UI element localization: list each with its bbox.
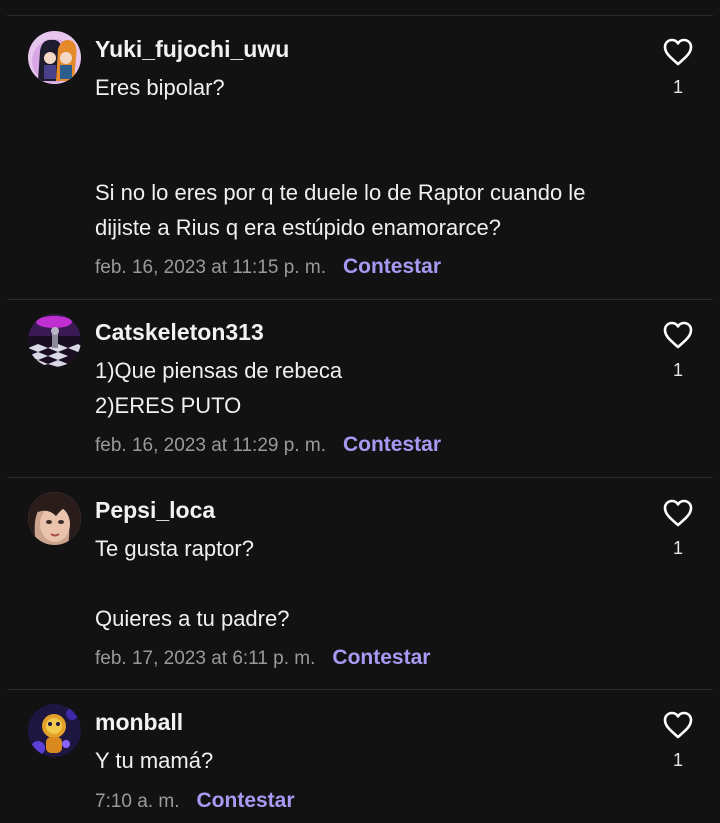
timestamp: feb. 16, 2023 at 11:15 p. m. bbox=[95, 257, 326, 278]
comment-meta: feb. 17, 2023 at 6:11 p. m. Contestar bbox=[95, 646, 430, 670]
comment: Pepsi_loca Te gusta raptor? Quieres a tu… bbox=[0, 478, 720, 690]
timestamp: 7:10 a. m. bbox=[95, 791, 180, 812]
comment: Yuki_fujochi_uwu Eres bipolar? Si no lo … bbox=[0, 0, 720, 300]
comment-line: Quieres a tu padre? bbox=[95, 606, 290, 631]
comment-line: Si no lo eres por q te duele lo de Rapto… bbox=[95, 180, 586, 205]
comment-meta: feb. 16, 2023 at 11:29 p. m. Contestar bbox=[95, 433, 441, 457]
comment-body: 1)Que piensas de rebeca 2)ERES PUTO bbox=[95, 353, 635, 423]
comment-line: dijiste a Rius q era estúpido enamorarce… bbox=[95, 215, 502, 240]
timestamp: feb. 17, 2023 at 6:11 p. m. bbox=[95, 648, 316, 669]
comment-line: Te gusta raptor? bbox=[95, 536, 254, 561]
like-count: 1 bbox=[672, 750, 683, 770]
avatar[interactable] bbox=[28, 704, 81, 757]
comment-line: 1)Que piensas de rebeca bbox=[95, 358, 343, 383]
comment-body: Eres bipolar? Si no lo eres por q te due… bbox=[95, 70, 635, 245]
username[interactable]: Yuki_fujochi_uwu bbox=[95, 36, 289, 63]
comment-line bbox=[95, 566, 635, 601]
comment-line bbox=[95, 105, 635, 140]
avatar[interactable] bbox=[28, 314, 81, 367]
comment: Catskeleton313 1)Que piensas de rebeca 2… bbox=[0, 300, 720, 478]
comment-body: Y tu mamá? bbox=[95, 743, 635, 778]
comment-line bbox=[95, 140, 635, 175]
reply-button[interactable]: Contestar bbox=[332, 646, 430, 670]
like-count: 1 bbox=[672, 360, 683, 380]
username[interactable]: monball bbox=[95, 709, 183, 736]
comment-line: Y tu mamá? bbox=[95, 748, 214, 773]
heart-icon[interactable] bbox=[662, 320, 694, 350]
heart-icon[interactable] bbox=[662, 710, 694, 740]
comment-meta: 7:10 a. m. Contestar bbox=[95, 789, 295, 813]
reply-button[interactable]: Contestar bbox=[343, 433, 441, 457]
reply-button[interactable]: Contestar bbox=[343, 255, 441, 279]
timestamp: feb. 16, 2023 at 11:29 p. m. bbox=[95, 435, 326, 456]
comment-line: Eres bipolar? bbox=[95, 75, 225, 100]
comment-meta: feb. 16, 2023 at 11:15 p. m. Contestar bbox=[95, 255, 441, 279]
like-count: 1 bbox=[672, 538, 683, 558]
comment: monball Y tu mamá? 7:10 a. m. Contestar … bbox=[0, 690, 720, 823]
like-count: 1 bbox=[672, 77, 683, 97]
comment-thread: Yuki_fujochi_uwu Eres bipolar? Si no lo … bbox=[0, 0, 720, 823]
heart-icon[interactable] bbox=[662, 37, 694, 67]
username[interactable]: Pepsi_loca bbox=[95, 497, 215, 524]
reply-button[interactable]: Contestar bbox=[197, 789, 295, 813]
avatar[interactable] bbox=[28, 31, 81, 84]
heart-icon[interactable] bbox=[662, 498, 694, 528]
comment-line: 2)ERES PUTO bbox=[95, 393, 242, 418]
comment-body: Te gusta raptor? Quieres a tu padre? bbox=[95, 531, 635, 636]
avatar[interactable] bbox=[28, 492, 81, 545]
username[interactable]: Catskeleton313 bbox=[95, 319, 264, 346]
